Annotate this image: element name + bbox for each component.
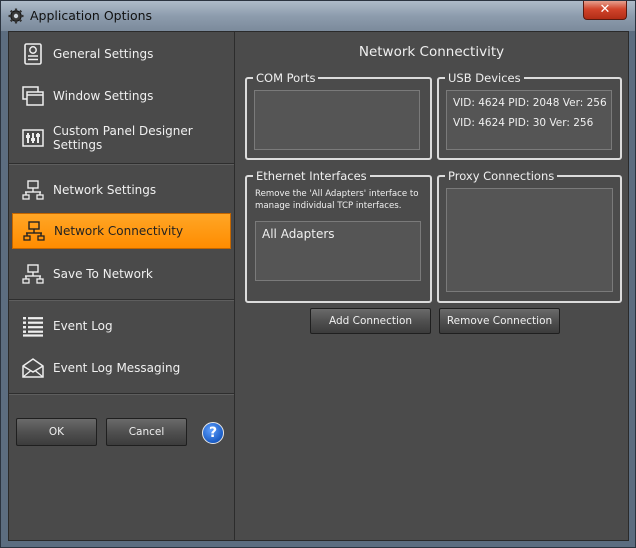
sidebar-divider [9,299,234,301]
panel-designer-icon [22,127,44,149]
ethernet-interfaces-group: Ethernet Interfaces Remove the 'All Adap… [245,168,432,303]
close-button[interactable]: ✕ [583,1,627,20]
page-title: Network Connectivity [358,44,505,60]
usb-devices-legend: USB Devices [445,70,524,86]
sidebar-item-general-settings[interactable]: General Settings [12,36,231,72]
sidebar-divider [9,163,234,165]
network-save-icon [22,263,44,285]
usb-devices-group: USB Devices VID: 4624 PID: 2048 Ver: 256… [437,70,622,160]
sidebar-item-label: Custom Panel Designer Settings [53,124,193,152]
com-ports-list[interactable] [254,90,420,150]
sidebar-divider [9,393,234,395]
sidebar: General Settings Window Settings Custom … [9,32,235,540]
sidebar-item-label: General Settings [53,47,154,61]
sidebar-item-label: Window Settings [53,89,154,103]
sidebar-item-event-log[interactable]: Event Log [12,308,231,344]
network-icon [23,220,45,242]
sidebar-item-network-settings[interactable]: Network Settings [12,172,231,208]
window-title: Application Options [30,8,153,23]
list-item[interactable]: All Adapters [262,227,335,241]
application-options-window: Application Options ✕ General Settings W… [0,0,636,548]
sidebar-item-event-log-messaging[interactable]: Event Log Messaging [12,350,231,386]
sidebar-item-save-to-network[interactable]: Save To Network [12,256,231,292]
proxy-connections-group: Proxy Connections [437,168,622,303]
title-bar[interactable]: Application Options ✕ [1,1,635,31]
proxy-connections-legend: Proxy Connections [445,168,558,184]
event-log-icon [22,315,44,337]
com-ports-legend: COM Ports [253,70,319,86]
sidebar-item-network-connectivity[interactable]: Network Connectivity [12,213,231,249]
sidebar-item-window-settings[interactable]: Window Settings [12,78,231,114]
list-item[interactable]: VID: 4624 PID: 2048 Ver: 256 [453,97,607,109]
ethernet-description: Remove the 'All Adapters' interface to m… [255,189,419,211]
sidebar-item-label: Event Log Messaging [53,361,181,375]
add-connection-button[interactable]: Add Connection [310,308,431,334]
sidebar-item-label: Network Settings [53,183,157,197]
dialog-client-area: General Settings Window Settings Custom … [8,31,629,541]
cancel-button[interactable]: Cancel [106,418,187,446]
general-settings-icon [22,43,44,65]
sidebar-item-custom-panel-designer-settings[interactable]: Custom Panel Designer Settings [12,120,231,156]
ethernet-interfaces-legend: Ethernet Interfaces [253,168,370,184]
sidebar-item-label: Event Log [53,319,113,333]
network-connectivity-panel: Network Connectivity COM Ports USB Devic… [235,32,628,540]
remove-connection-button[interactable]: Remove Connection [439,308,560,334]
usb-devices-list[interactable]: VID: 4624 PID: 2048 Ver: 256 VID: 4624 P… [446,90,612,150]
com-ports-group: COM Ports [245,70,432,160]
ok-button[interactable]: OK [16,418,97,446]
proxy-connections-list[interactable] [446,188,613,292]
window-settings-icon [22,85,44,107]
envelope-icon [22,357,44,379]
sidebar-item-label: Save To Network [53,267,153,281]
network-icon [22,179,44,201]
list-item[interactable]: VID: 4624 PID: 30 Ver: 256 [453,117,593,129]
gear-icon [8,8,24,24]
help-icon[interactable]: ? [202,422,224,444]
ethernet-interfaces-list[interactable]: All Adapters [255,221,421,281]
sidebar-item-label: Network Connectivity [54,224,184,238]
